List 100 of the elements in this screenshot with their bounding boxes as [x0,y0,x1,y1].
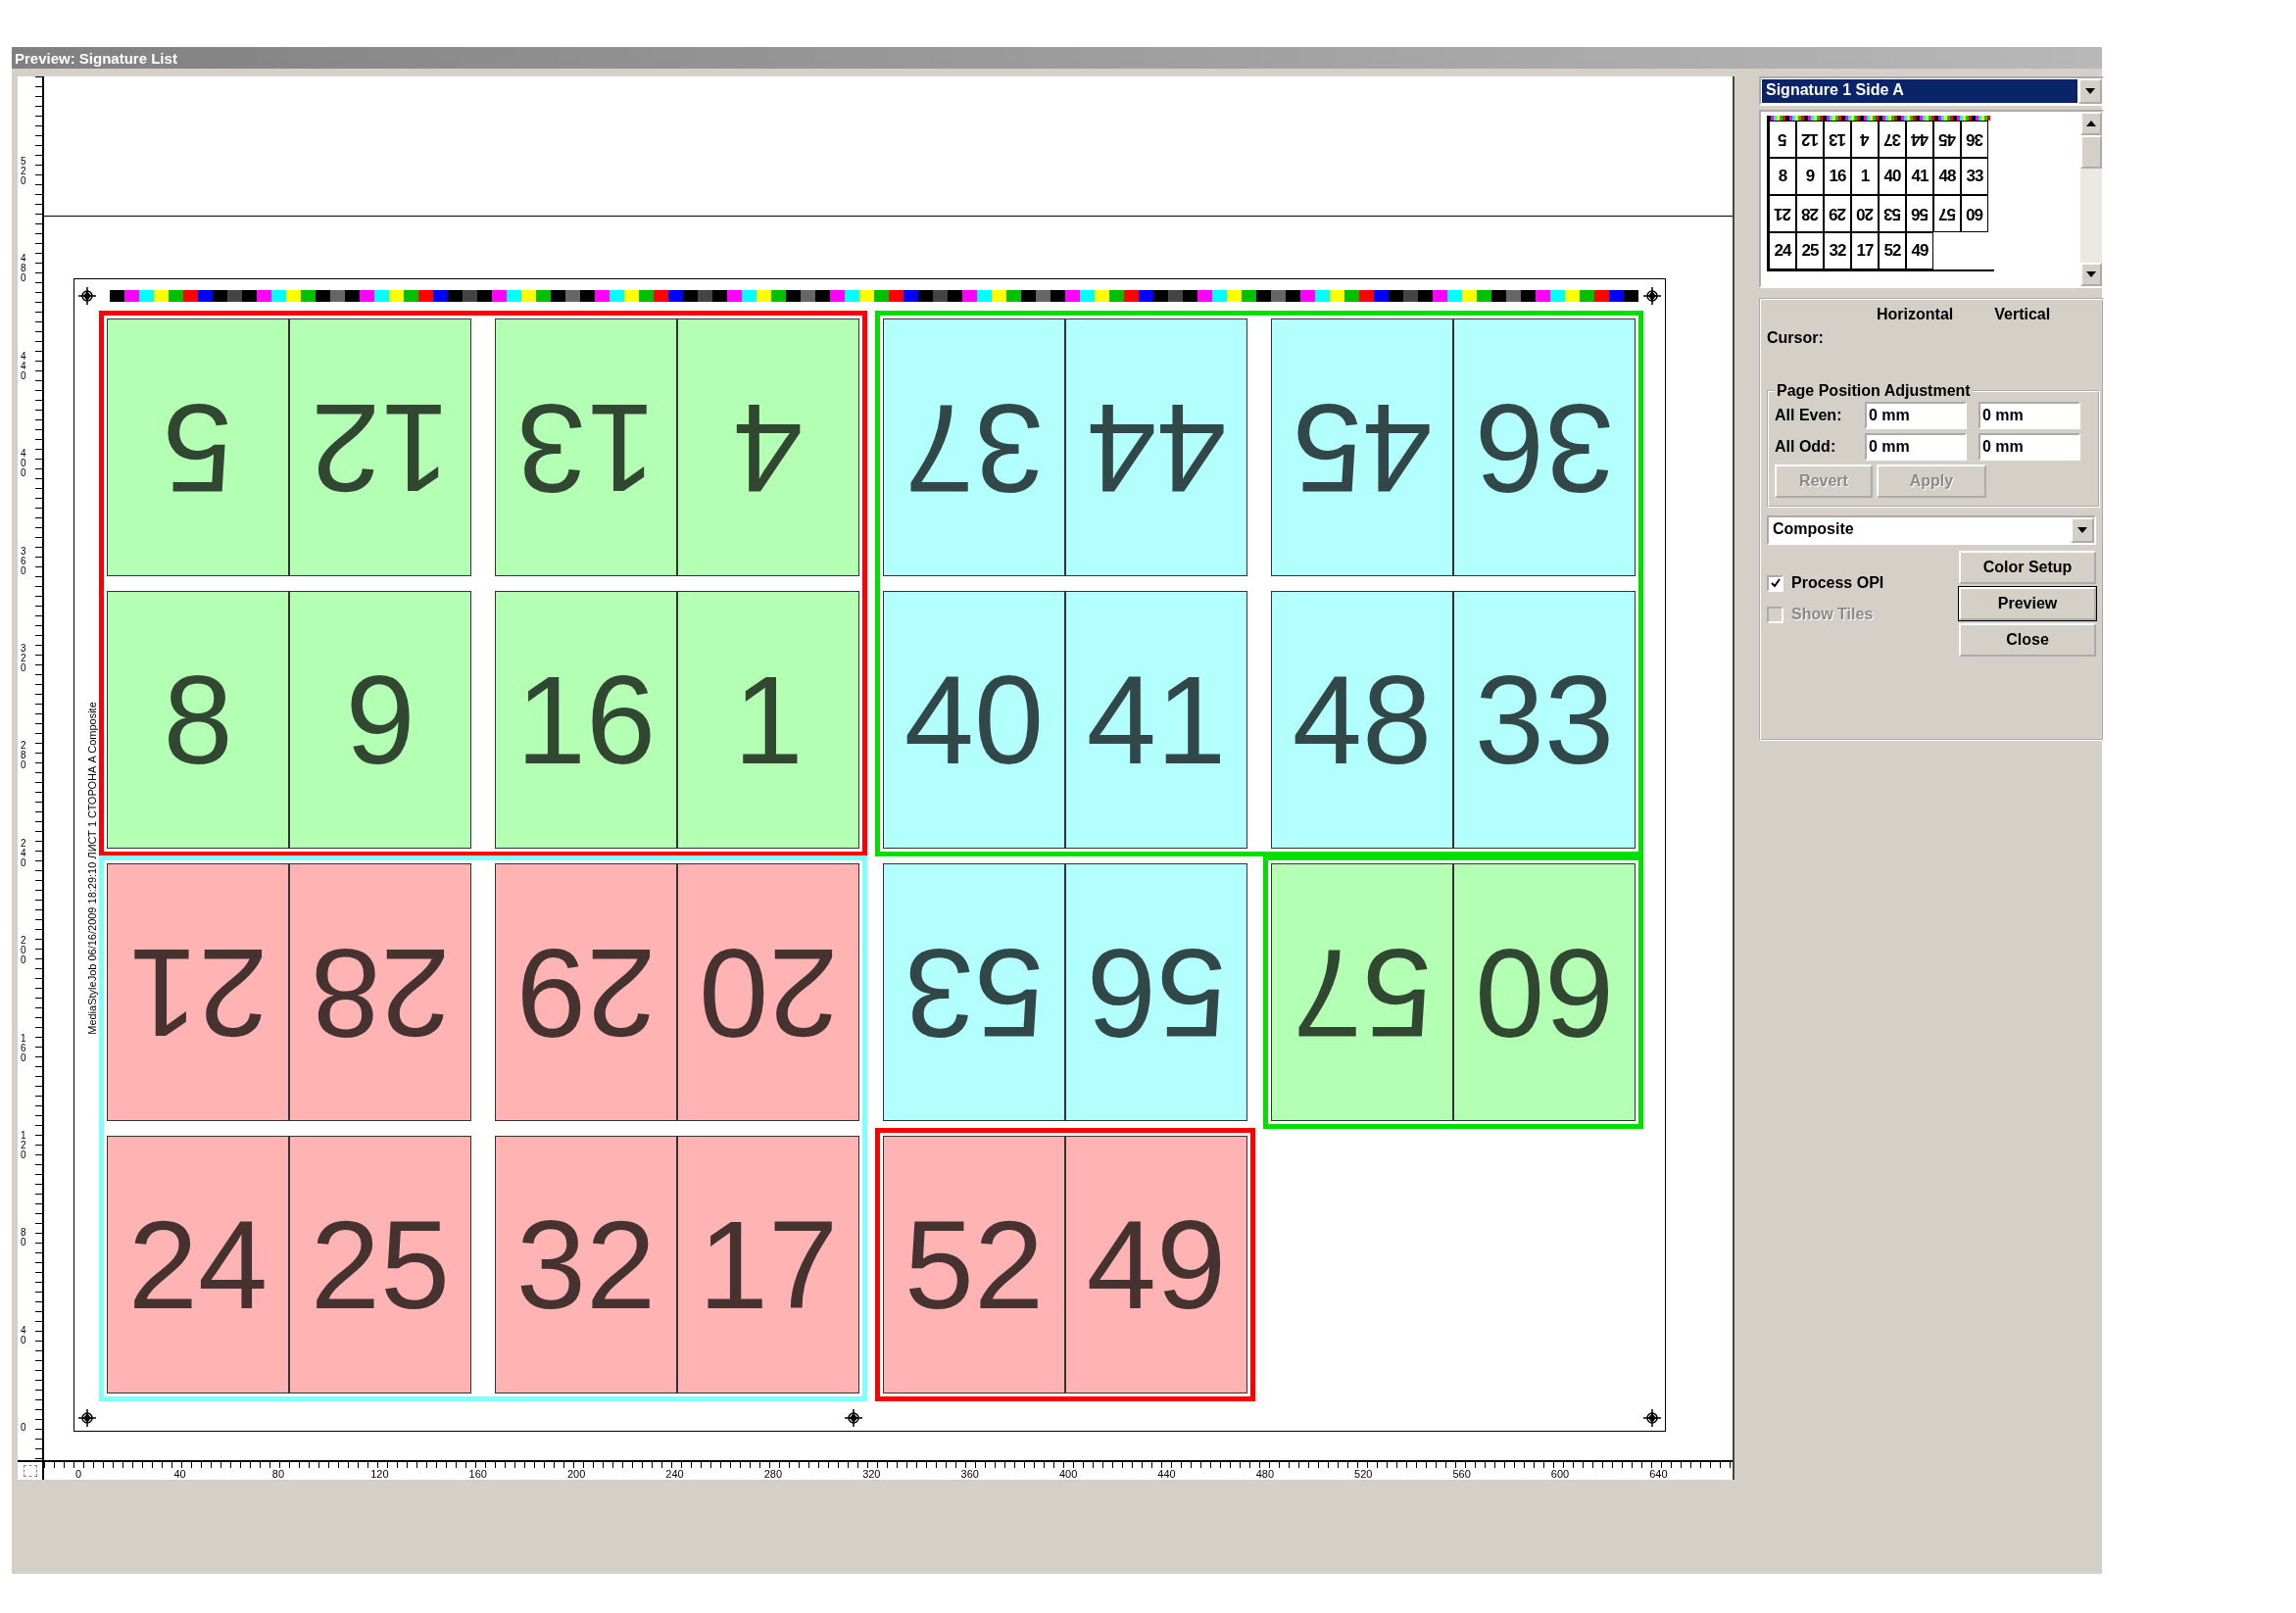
page-number: 44 [1086,384,1227,511]
thumbnail-page-number: 44 [1911,129,1929,149]
registration-mark-icon [78,1409,96,1427]
ruler-label: 120 [21,1130,27,1160]
page-number: 40 [904,657,1045,783]
checkbox-label: Process OPI [1791,574,1884,592]
page-number: 28 [310,929,451,1055]
page-number: 41 [1086,657,1227,783]
sheet-slug-text: MediaStyleJob 06/16/2009 18:29:10 ЛИСТ 1 СТОРОНА A Composite [86,702,98,1035]
input-field[interactable]: 0 mm [1865,402,1967,429]
thumbnail-page-number: 9 [1805,167,1815,186]
button[interactable]: Color Setup [1959,551,2096,584]
ruler-label: 320 [21,643,27,673]
ruler-label: 0 [21,1423,27,1434]
ruler-label: 440 [21,351,27,381]
ruler-label: 280 [21,741,27,771]
input-field[interactable]: 0 mm [1865,433,1967,461]
ruler-label: 320 [862,1468,881,1480]
scrollbar[interactable] [2080,112,2102,286]
thumbnail-page-number: 41 [1911,167,1929,186]
page-number: 49 [1086,1201,1227,1328]
column-header: Vertical [1994,306,2051,323]
thumbnail-page-number: 29 [1829,204,1846,223]
ruler-label: 480 [1255,1468,1275,1480]
cursor-label: Cursor: [1767,329,1825,347]
page-number: 53 [904,929,1045,1055]
thumbnail-page-number: 4 [1860,129,1870,149]
ruler-label: 120 [370,1468,389,1480]
page-number: 33 [1474,657,1615,783]
input-field[interactable]: 0 mm [1978,402,2080,429]
page-number: 4 [733,384,804,511]
thumbnail-page-number: 8 [1778,167,1787,186]
ruler-label: 160 [468,1468,487,1480]
page-number: 57 [1292,929,1433,1055]
page-number: 5 [163,384,233,511]
thumbnail-page-number: 33 [1966,167,1983,186]
thumbnail-page-number: 28 [1801,204,1819,223]
page-number: 45 [1292,384,1433,511]
ruler-label: 40 [173,1468,186,1480]
thumbnail-page-number: 48 [1938,167,1956,186]
page-number: 17 [698,1201,839,1328]
page-number: 13 [515,384,657,511]
page-number: 52 [904,1201,1045,1328]
ruler-label: 440 [1157,1468,1176,1480]
thumbnail-page-number: 37 [1883,129,1901,149]
thumbnail-page-number: 60 [1966,204,1983,223]
page-number: 25 [310,1201,451,1328]
input-field[interactable]: 0 mm [1978,433,2080,461]
ruler-label: 80 [21,1228,27,1248]
signature-dropdown[interactable]: Signature 1 Side A [1759,76,2104,106]
ruler-label: 240 [665,1468,684,1480]
thumbnail-page-number: 45 [1938,129,1956,149]
registration-mark-icon [1643,1409,1661,1427]
ruler-label: 520 [1354,1468,1373,1480]
ruler-label: 160 [21,1033,27,1063]
thumbnail-page-number: 21 [1774,204,1791,223]
column-header: Horizontal [1877,306,1954,323]
scroll-up-icon [2086,121,2096,126]
page-number: 16 [515,657,657,783]
ruler-label: 240 [21,838,27,868]
page-number: 9 [345,657,415,783]
checkbox[interactable] [1767,574,1783,592]
thumbnail-page-number: 20 [1856,204,1874,223]
field-label: All Even: [1775,407,1843,424]
field-label: All Odd: [1775,438,1837,456]
thumbnail-page-number: 53 [1883,204,1901,223]
window-title: Preview: Signature List [15,49,177,67]
page-number: 1 [733,657,804,783]
scroll-thumb[interactable] [2080,135,2102,169]
ruler-origin-icon[interactable] [23,1465,37,1477]
ruler-label: 40 [21,1325,27,1345]
thumbnail-page-number: 1 [1860,167,1870,186]
thumbnail-page-number: 57 [1938,204,1956,223]
thumbnail-page-number: 24 [1774,241,1791,261]
ruler-label: 360 [960,1468,979,1480]
page-number: 24 [127,1201,269,1328]
ruler-label: 560 [1452,1468,1471,1480]
ruler-label: 400 [1058,1468,1078,1480]
ruler-label: 480 [21,254,27,284]
page-number: 37 [904,384,1045,511]
page-number: 60 [1474,929,1615,1055]
page-number: 56 [1086,929,1227,1055]
ruler-label: 360 [21,546,27,576]
thumbnail-page-number: 16 [1829,167,1846,186]
ruler-label: 200 [21,936,27,966]
page-number: 8 [163,657,233,783]
thumbnail-page-number: 25 [1801,241,1819,261]
page-number: 48 [1292,657,1433,783]
page-number: 29 [515,929,657,1055]
mode-dropdown[interactable]: Composite [1767,515,2096,545]
thumbnail-page-number: 40 [1883,167,1901,186]
thumbnail-page-number: 12 [1801,129,1819,149]
page-number: 12 [310,384,451,511]
thumbnail-page-number: 36 [1966,129,1983,149]
group-title: Page Position Adjustment [1776,382,1972,400]
registration-mark-icon [845,1409,862,1427]
button[interactable]: Close [1959,623,2096,657]
button[interactable]: Preview [1959,587,2096,620]
thumbnail-page-number: 52 [1883,241,1901,261]
thumbnail-page-number: 49 [1911,241,1929,261]
